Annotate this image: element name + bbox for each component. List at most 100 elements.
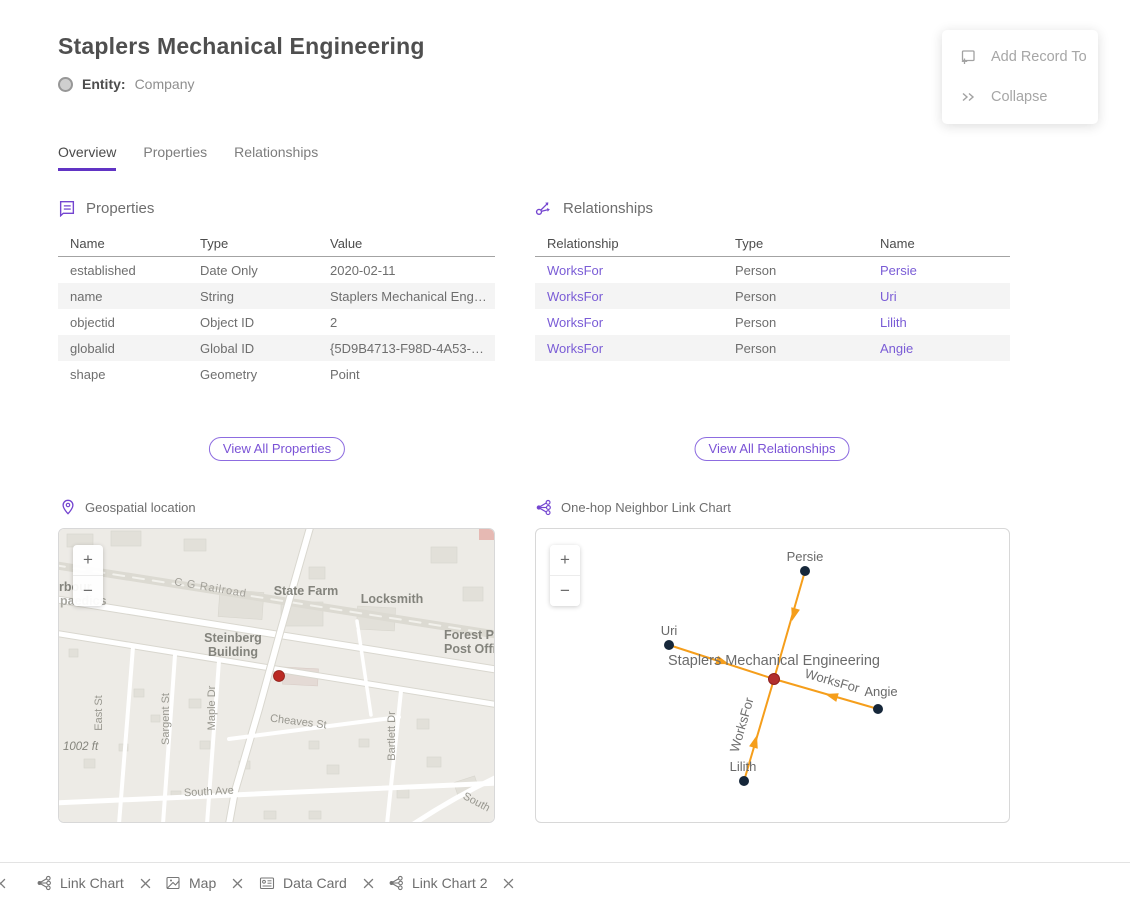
tab-overview[interactable]: Overview xyxy=(58,144,116,171)
data-card-icon xyxy=(259,875,275,891)
close-icon[interactable] xyxy=(140,878,151,889)
close-icon[interactable] xyxy=(0,863,6,903)
close-icon[interactable] xyxy=(363,878,374,889)
add-record-icon xyxy=(959,48,977,66)
related-entity-link[interactable]: Lilith xyxy=(868,315,1010,330)
relationship-link[interactable]: WorksFor xyxy=(535,341,723,356)
column-header: Type xyxy=(188,236,318,251)
street-label: Sargent St xyxy=(160,693,172,745)
properties-section-header: Properties xyxy=(58,199,154,217)
geospatial-map-panel: rbour paedics C G Railroad State Farm Lo… xyxy=(58,528,495,823)
column-header: Name xyxy=(58,236,188,251)
node-angie[interactable] xyxy=(873,704,883,714)
relationship-link[interactable]: WorksFor xyxy=(535,263,723,278)
properties-table: Name Type Value established Date Only 20… xyxy=(58,230,495,387)
map-icon xyxy=(165,875,181,891)
data-card-page: Staplers Mechanical Engineering Entity: … xyxy=(0,0,1130,903)
map-pin-icon xyxy=(60,499,76,515)
table-row[interactable]: WorksFor Person Angie xyxy=(535,335,1010,361)
add-record-to-label: Add Record To xyxy=(991,49,1087,65)
property-name: established xyxy=(58,263,188,278)
map-label: Post Offic xyxy=(444,642,494,656)
view-tab-map[interactable]: Map xyxy=(165,863,243,903)
table-row[interactable]: WorksFor Person Uri xyxy=(535,283,1010,309)
table-row[interactable]: objectid Object ID 2 xyxy=(58,309,495,335)
view-tab-bar: Link Chart Map Data xyxy=(0,862,1130,903)
map-canvas[interactable]: rbour paedics C G Railroad State Farm Lo… xyxy=(59,529,494,822)
table-row[interactable]: established Date Only 2020-02-11 xyxy=(58,257,495,283)
table-row[interactable]: WorksFor Person Persie xyxy=(535,257,1010,283)
properties-section-title: Properties xyxy=(86,200,154,217)
property-type: Geometry xyxy=(188,367,318,382)
node-uri[interactable] xyxy=(664,640,674,650)
link-chart-zoom-in-button[interactable]: + xyxy=(550,545,580,575)
close-icon[interactable] xyxy=(232,878,243,889)
property-name: shape xyxy=(58,367,188,382)
column-header: Relationship xyxy=(535,236,723,251)
property-name: objectid xyxy=(58,315,188,330)
related-entity-link[interactable]: Uri xyxy=(868,289,1010,304)
property-value: {5D9B4713-F98D-4A53-… xyxy=(318,341,495,356)
node-lilith[interactable] xyxy=(739,776,749,786)
entity-location-marker[interactable] xyxy=(274,671,285,682)
node-label: Angie xyxy=(864,684,897,699)
table-row[interactable]: name String Staplers Mechanical Eng… xyxy=(58,283,495,309)
map-label: Forest Par xyxy=(444,628,494,642)
relationships-table: Relationship Type Name WorksFor Person P… xyxy=(535,230,1010,361)
one-hop-section-header: One-hop Neighbor Link Chart xyxy=(535,499,731,516)
relationships-table-header: Relationship Type Name xyxy=(535,230,1010,257)
relationship-link[interactable]: WorksFor xyxy=(535,289,723,304)
street-label: Bartlett Dr xyxy=(386,711,398,761)
property-type: Global ID xyxy=(188,341,318,356)
table-row[interactable]: shape Geometry Point xyxy=(58,361,495,387)
view-tab-data-card[interactable]: Data Card xyxy=(259,863,374,903)
map-label: Building xyxy=(208,645,258,659)
link-chart-zoom-out-button[interactable]: − xyxy=(550,575,580,606)
property-name: globalid xyxy=(58,341,188,356)
view-all-relationships-button[interactable]: View All Relationships xyxy=(695,437,850,461)
card-actions-menu: Add Record To Collapse xyxy=(942,30,1098,124)
map-label: Steinberg xyxy=(204,631,262,645)
edge-label: WorksFor xyxy=(803,666,862,696)
collapse-label: Collapse xyxy=(991,89,1047,105)
tab-relationships[interactable]: Relationships xyxy=(234,144,318,171)
geospatial-section-title: Geospatial location xyxy=(85,500,196,515)
relationships-icon xyxy=(535,199,553,217)
related-entity-link[interactable]: Persie xyxy=(868,263,1010,278)
street-label: East St xyxy=(93,695,105,730)
link-chart-nodes[interactable] xyxy=(664,566,883,786)
map-zoom-in-button[interactable]: + xyxy=(73,545,103,575)
entity-row: Entity: Company xyxy=(58,76,194,92)
link-chart-icon xyxy=(388,875,404,891)
map-zoom-out-button[interactable]: − xyxy=(73,575,103,606)
column-header: Type xyxy=(723,236,868,251)
map-zoom-control: + − xyxy=(73,545,103,606)
link-chart-canvas[interactable]: WorksFor WorksFor Persie Uri Angie Lilit… xyxy=(536,529,1009,822)
table-row[interactable]: WorksFor Person Lilith xyxy=(535,309,1010,335)
relationships-section-header: Relationships xyxy=(535,199,653,217)
link-chart-icon xyxy=(535,499,552,516)
relationships-section-title: Relationships xyxy=(563,200,653,217)
view-tab-link-chart[interactable]: Link Chart xyxy=(36,863,151,903)
relationship-type: Person xyxy=(723,315,868,330)
property-type: String xyxy=(188,289,318,304)
add-record-to-menu-item[interactable]: Add Record To xyxy=(942,37,1098,77)
one-hop-section-title: One-hop Neighbor Link Chart xyxy=(561,500,731,515)
table-row[interactable]: globalid Global ID {5D9B4713-F98D-4A53-… xyxy=(58,335,495,361)
column-header: Value xyxy=(318,236,495,251)
node-label: Persie xyxy=(787,549,824,564)
properties-icon xyxy=(58,199,76,217)
column-header: Name xyxy=(868,236,1010,251)
map-scale-label: 1002 ft xyxy=(63,741,99,753)
close-icon[interactable] xyxy=(503,878,514,889)
node-persie[interactable] xyxy=(800,566,810,576)
node-center-entity[interactable] xyxy=(769,674,780,685)
view-tab-link-chart-2[interactable]: Link Chart 2 xyxy=(388,863,514,903)
map-hatched-area xyxy=(479,529,494,540)
view-all-properties-button[interactable]: View All Properties xyxy=(209,437,345,461)
tab-properties[interactable]: Properties xyxy=(143,144,207,171)
link-chart-panel: WorksFor WorksFor Persie Uri Angie Lilit… xyxy=(535,528,1010,823)
related-entity-link[interactable]: Angie xyxy=(868,341,1010,356)
collapse-menu-item[interactable]: Collapse xyxy=(942,77,1098,117)
relationship-link[interactable]: WorksFor xyxy=(535,315,723,330)
